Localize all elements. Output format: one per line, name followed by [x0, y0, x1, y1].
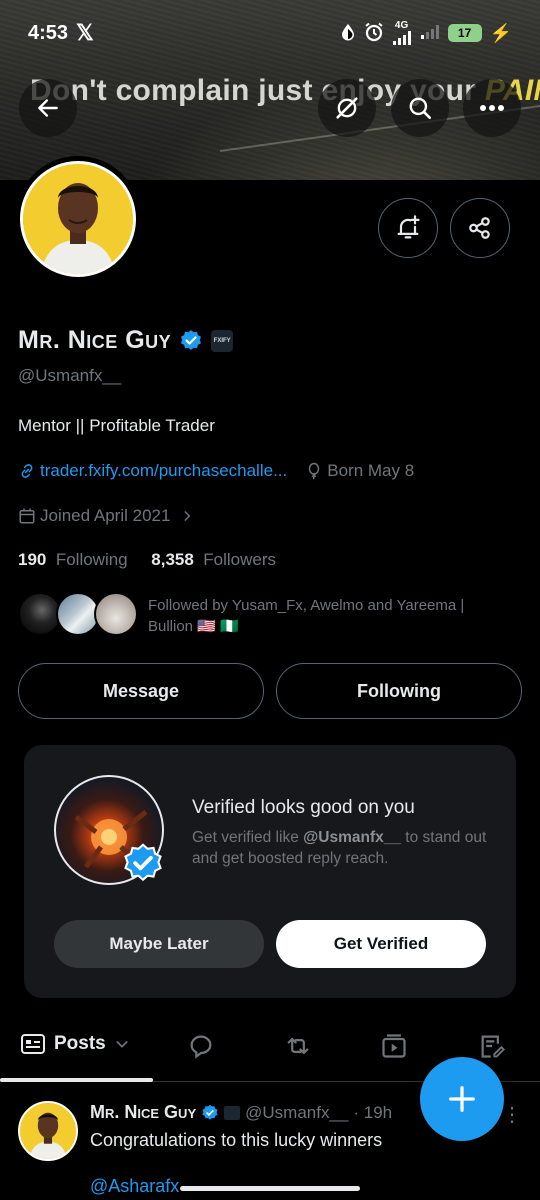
maybe-later-button[interactable]: Maybe Later: [54, 920, 264, 968]
alarm-icon: [364, 22, 384, 45]
name-row: Mr. Nice Guy FXIFY: [18, 326, 234, 355]
article-icon: [481, 1035, 505, 1058]
post-time: · 19h: [353, 1102, 393, 1122]
more-icon: [480, 105, 504, 111]
affiliate-badge-icon: [224, 1105, 241, 1120]
battery-icon: 17: [447, 24, 482, 42]
back-button[interactable]: [19, 79, 77, 137]
signal-weak-icon: [420, 24, 440, 42]
repost-icon: [287, 1037, 309, 1055]
balloon-icon: [305, 462, 323, 480]
verified-check-icon: [124, 843, 162, 882]
verified-promo-card: Verified looks good on you Get verified …: [24, 745, 516, 998]
verified-badge-icon: [181, 329, 202, 350]
more-options-button[interactable]: [463, 79, 521, 137]
profile-bio: Mentor || Profitable Trader: [18, 416, 215, 435]
bell-plus-icon: [397, 215, 420, 239]
get-verified-button[interactable]: Get Verified: [276, 920, 486, 968]
grok-icon: [336, 97, 358, 119]
search-icon: [409, 97, 432, 120]
followers-link[interactable]: 8,358 Followers: [151, 550, 276, 569]
display-name: Mr. Nice Guy: [18, 326, 172, 354]
active-tab-indicator: [0, 1078, 153, 1082]
reply-icon: [190, 1035, 212, 1059]
posts-icon: [21, 1034, 45, 1054]
video-icon: [382, 1034, 406, 1058]
share-button[interactable]: [450, 198, 510, 258]
notifications-button[interactable]: [378, 198, 438, 258]
status-bar: 4:53 𝕏 4G 17 ⚡: [0, 0, 540, 66]
post-mention-link[interactable]: @Asharafx: [90, 1176, 179, 1197]
affiliate-badge[interactable]: FXIFY: [211, 329, 234, 352]
search-button[interactable]: [391, 79, 449, 137]
followed-by-text: Followed by Yusam_Fx, Awelmo and Yareema…: [148, 597, 465, 635]
charging-icon: ⚡: [489, 22, 512, 43]
post-header: Mr. Nice Guy @Usmanfx__ · 19h: [90, 1102, 392, 1123]
avatar-photo: [20, 161, 136, 277]
message-button[interactable]: Message: [18, 663, 264, 719]
born-date: Born May 8: [327, 461, 415, 480]
x-app-icon: 𝕏: [76, 20, 94, 45]
follower-avatars: [18, 590, 138, 640]
tab-reposts[interactable]: [282, 1032, 314, 1060]
tab-articles[interactable]: [478, 1032, 506, 1060]
following-link[interactable]: 190 Following: [18, 550, 128, 569]
link-icon: [18, 462, 36, 480]
following-button[interactable]: Following: [276, 663, 522, 719]
post-more-icon[interactable]: ⋮: [502, 1102, 522, 1127]
promo-description: Get verified like @Usmanfx__ to stand ou…: [192, 829, 487, 867]
profile-meta-row: trader.fxify.com/purchasechalle... Born …: [18, 461, 414, 481]
chevron-down-icon: [116, 1041, 128, 1048]
follow-counts: 190 Following 8,358 Followers: [18, 550, 276, 570]
share-icon: [469, 217, 490, 239]
tab-posts-label: Posts: [54, 1033, 106, 1054]
arrow-left-icon: [38, 99, 58, 117]
status-icons: 4G 17 ⚡: [340, 21, 512, 45]
plus-icon: [449, 1086, 475, 1112]
chevron-right-icon: [180, 509, 194, 523]
profile-handle: @Usmanfx__: [18, 366, 122, 385]
follower-avatar: [94, 592, 138, 636]
tab-posts[interactable]: Posts: [20, 1032, 130, 1056]
promo-title: Verified looks good on you: [192, 797, 415, 818]
calendar-icon: [18, 507, 36, 525]
followed-by-row[interactable]: Followed by Yusam_Fx, Awelmo and Yareema…: [18, 590, 508, 640]
website-link[interactable]: trader.fxify.com/purchasechalle...: [40, 461, 287, 481]
tab-media[interactable]: [380, 1032, 408, 1060]
joined-date: Joined April 2021: [40, 506, 171, 525]
grok-button[interactable]: [318, 79, 376, 137]
status-time: 4:53: [28, 21, 69, 44]
post-author-handle: @Usmanfx__: [245, 1102, 349, 1122]
tab-replies[interactable]: [186, 1032, 216, 1060]
home-indicator[interactable]: [180, 1186, 360, 1191]
data-saver-icon: [340, 23, 356, 44]
signal-4g-icon: 4G: [392, 21, 412, 45]
post-text: Congratulations to this lucky winners: [90, 1130, 383, 1150]
joined-row[interactable]: Joined April 2021: [18, 506, 198, 526]
post-author-name[interactable]: Mr. Nice Guy: [90, 1102, 196, 1123]
compose-post-button[interactable]: [420, 1057, 504, 1141]
verified-badge-icon: [202, 1104, 218, 1120]
post-avatar[interactable]: [18, 1101, 78, 1161]
profile-avatar[interactable]: [15, 156, 141, 282]
